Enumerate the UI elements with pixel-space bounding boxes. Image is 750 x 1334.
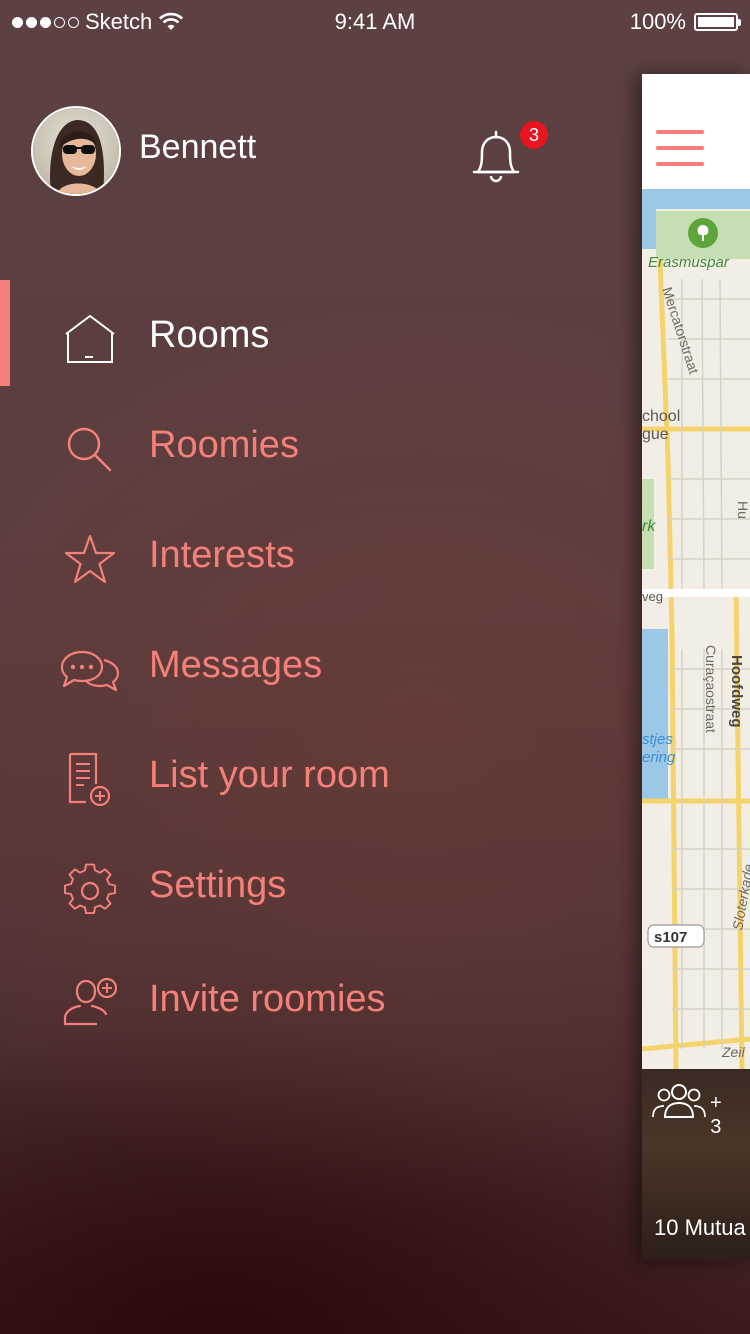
battery-percentage: 100% <box>629 9 686 34</box>
group-icon <box>652 1084 706 1118</box>
map-label-hoofdweg: Hoofdweg <box>728 655 745 728</box>
extra-count: +3 <box>710 1092 722 1138</box>
room-card[interactable]: +3 10 Mutua <box>642 1069 750 1260</box>
map-label-park-rk: rk <box>642 518 656 535</box>
battery-icon <box>694 13 741 31</box>
map-label-veg: veg <box>642 589 663 604</box>
home-icon <box>65 314 115 363</box>
notification-badge: 3 <box>520 121 548 149</box>
menu-item-rooms[interactable]: Rooms <box>0 292 620 382</box>
map-label-s107: s107 <box>654 929 687 946</box>
star-icon <box>64 534 116 584</box>
menu-label-interests: Interests <box>149 534 295 576</box>
chat-icon <box>60 650 120 692</box>
menu-item-invite-roomies[interactable]: Invite roomies <box>0 956 620 1046</box>
menu-item-messages[interactable]: Messages <box>0 622 620 712</box>
map-label-stjes: stjes <box>642 731 673 748</box>
bell-icon[interactable] <box>466 126 526 190</box>
menu-item-interests[interactable]: Interests <box>0 512 620 602</box>
map-label-zeil: Zeil <box>721 1044 745 1060</box>
menu-item-list-your-room[interactable]: List your room <box>0 732 620 822</box>
menu-label-settings: Settings <box>149 864 287 906</box>
map-label-hu: Hu <box>735 501 750 519</box>
map-label-park: Erasmuspar <box>648 254 730 271</box>
hamburger-menu-icon[interactable] <box>656 130 704 166</box>
status-bar: Sketch 9:41 AM 100% <box>0 0 750 42</box>
navigation-bar <box>642 74 750 189</box>
search-icon <box>67 427 112 472</box>
map-label-gue: gue <box>642 426 669 443</box>
avatar[interactable] <box>31 106 121 196</box>
map-label-curacaostraat: Curaçaostraat <box>703 645 719 733</box>
menu-label-messages: Messages <box>149 644 323 686</box>
main-content-panel[interactable]: Erasmuspar Mercatorstraat chool gue rk v… <box>642 74 750 1260</box>
gear-icon <box>64 863 116 915</box>
user-name[interactable]: Bennett <box>139 128 256 167</box>
menu-item-roomies[interactable]: Roomies <box>0 402 620 492</box>
menu-label-list-your-room: List your room <box>149 754 390 796</box>
menu-label-invite-roomies: Invite roomies <box>149 978 386 1020</box>
menu-label-rooms: Rooms <box>149 314 270 356</box>
map-view[interactable]: Erasmuspar Mercatorstraat chool gue rk v… <box>642 189 750 1069</box>
battery-info: 100% <box>629 9 741 35</box>
menu-label-roomies: Roomies <box>149 424 299 466</box>
add-user-icon <box>63 977 118 1026</box>
add-document-icon <box>68 752 111 807</box>
menu-item-settings[interactable]: Settings <box>0 842 620 932</box>
map-label-school: chool <box>642 408 680 425</box>
mutual-friends-text: 10 Mutua <box>654 1215 746 1240</box>
map-label-ering: ering <box>642 749 676 766</box>
